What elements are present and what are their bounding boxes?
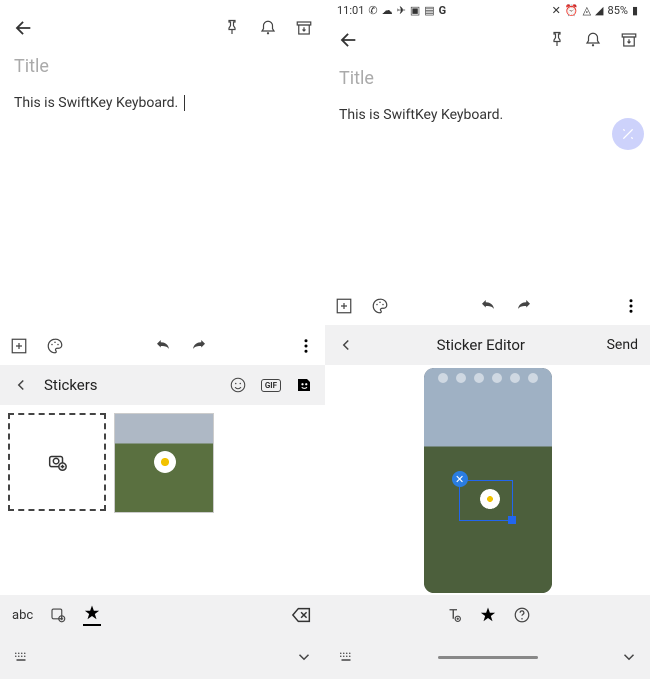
redo-icon[interactable] <box>190 337 208 355</box>
battery-icon: ▮ <box>632 4 638 17</box>
keyboard-grid-icon[interactable] <box>337 648 355 666</box>
title-input[interactable]: Title <box>14 56 311 77</box>
alarm-status-icon: ⏰ <box>565 4 579 17</box>
more-icon[interactable] <box>297 337 315 355</box>
whatsapp-status-icon: ✆ <box>368 4 377 17</box>
drag-handle[interactable] <box>438 656 538 659</box>
more-icon[interactable] <box>622 297 640 315</box>
add-sticker-icon[interactable] <box>49 606 67 624</box>
emoji-icon[interactable] <box>229 376 247 394</box>
selection-box[interactable] <box>459 480 513 521</box>
status-time: 11:01 <box>337 4 364 17</box>
newspaper-status-icon: ▤ <box>424 4 434 17</box>
reminder-icon[interactable] <box>584 31 602 49</box>
resize-handle[interactable] <box>508 516 516 524</box>
send-button[interactable]: Send <box>607 337 638 353</box>
chevron-down-icon[interactable] <box>620 648 638 666</box>
cloud-status-icon: ☁ <box>382 4 393 17</box>
close-selection-icon[interactable]: ✕ <box>452 471 468 487</box>
abc-button[interactable]: abc <box>12 608 33 623</box>
add-icon[interactable] <box>335 297 353 315</box>
message-status-icon: ▣ <box>410 4 420 17</box>
title-input[interactable]: Title <box>339 68 636 89</box>
palette-icon[interactable] <box>371 297 389 315</box>
backspace-icon[interactable] <box>291 604 313 626</box>
back-icon[interactable] <box>337 29 359 51</box>
pin-icon[interactable] <box>548 31 566 49</box>
star-icon[interactable] <box>83 604 101 626</box>
sticker-icon[interactable] <box>295 376 313 394</box>
add-sticker-tile[interactable] <box>8 413 106 511</box>
battery-label: 85% <box>608 4 628 17</box>
archive-icon[interactable] <box>295 19 313 37</box>
palette-icon[interactable] <box>46 337 64 355</box>
text-add-icon[interactable] <box>445 606 463 624</box>
sticker-thumb[interactable] <box>114 413 214 513</box>
signal-status-icon: ◢ <box>595 4 603 17</box>
stickers-label: Stickers <box>44 376 98 394</box>
archive-icon[interactable] <box>620 31 638 49</box>
back-chevron-icon[interactable] <box>337 336 355 354</box>
pin-icon[interactable] <box>223 19 241 37</box>
google-status-icon: G <box>439 4 447 17</box>
keyboard-grid-icon[interactable] <box>12 648 30 666</box>
note-body[interactable]: This is SwiftKey Keyboard. <box>14 95 311 111</box>
star-icon[interactable] <box>479 606 497 624</box>
reminder-icon[interactable] <box>259 19 277 37</box>
chevron-down-icon[interactable] <box>295 648 313 666</box>
telegram-status-icon: ✈ <box>397 4 406 17</box>
help-icon[interactable] <box>513 606 531 624</box>
note-body[interactable]: This is SwiftKey Keyboard. <box>339 107 636 123</box>
editor-title: Sticker Editor <box>437 336 525 354</box>
magic-fab-icon[interactable] <box>612 118 644 150</box>
add-icon[interactable] <box>10 337 28 355</box>
wifi-status-icon: ◬ <box>583 4 591 17</box>
undo-icon[interactable] <box>479 297 497 315</box>
gif-icon[interactable]: GIF <box>261 379 281 392</box>
dnd-status-icon: ✕ <box>552 4 561 17</box>
undo-icon[interactable] <box>154 337 172 355</box>
sticker-canvas[interactable]: ✕ <box>325 365 650 595</box>
back-chevron-icon[interactable] <box>12 376 30 394</box>
redo-icon[interactable] <box>515 297 533 315</box>
back-icon[interactable] <box>12 17 34 39</box>
